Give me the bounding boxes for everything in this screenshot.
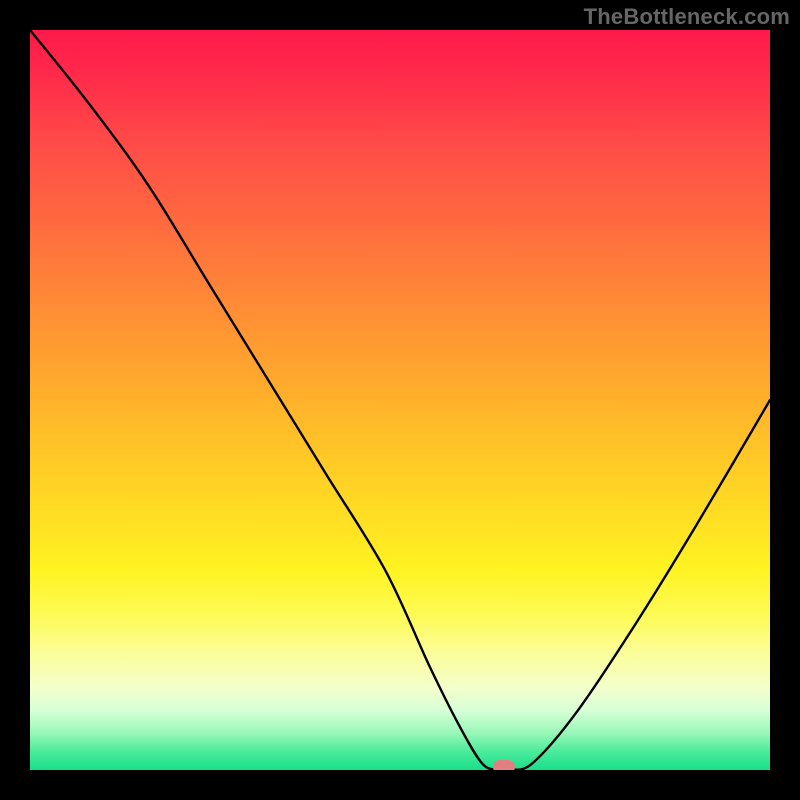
plot-area <box>30 30 770 770</box>
bottleneck-curve <box>30 30 770 770</box>
optimal-point-marker <box>493 760 515 770</box>
watermark-text: TheBottleneck.com <box>584 4 790 30</box>
chart-frame: TheBottleneck.com <box>0 0 800 800</box>
